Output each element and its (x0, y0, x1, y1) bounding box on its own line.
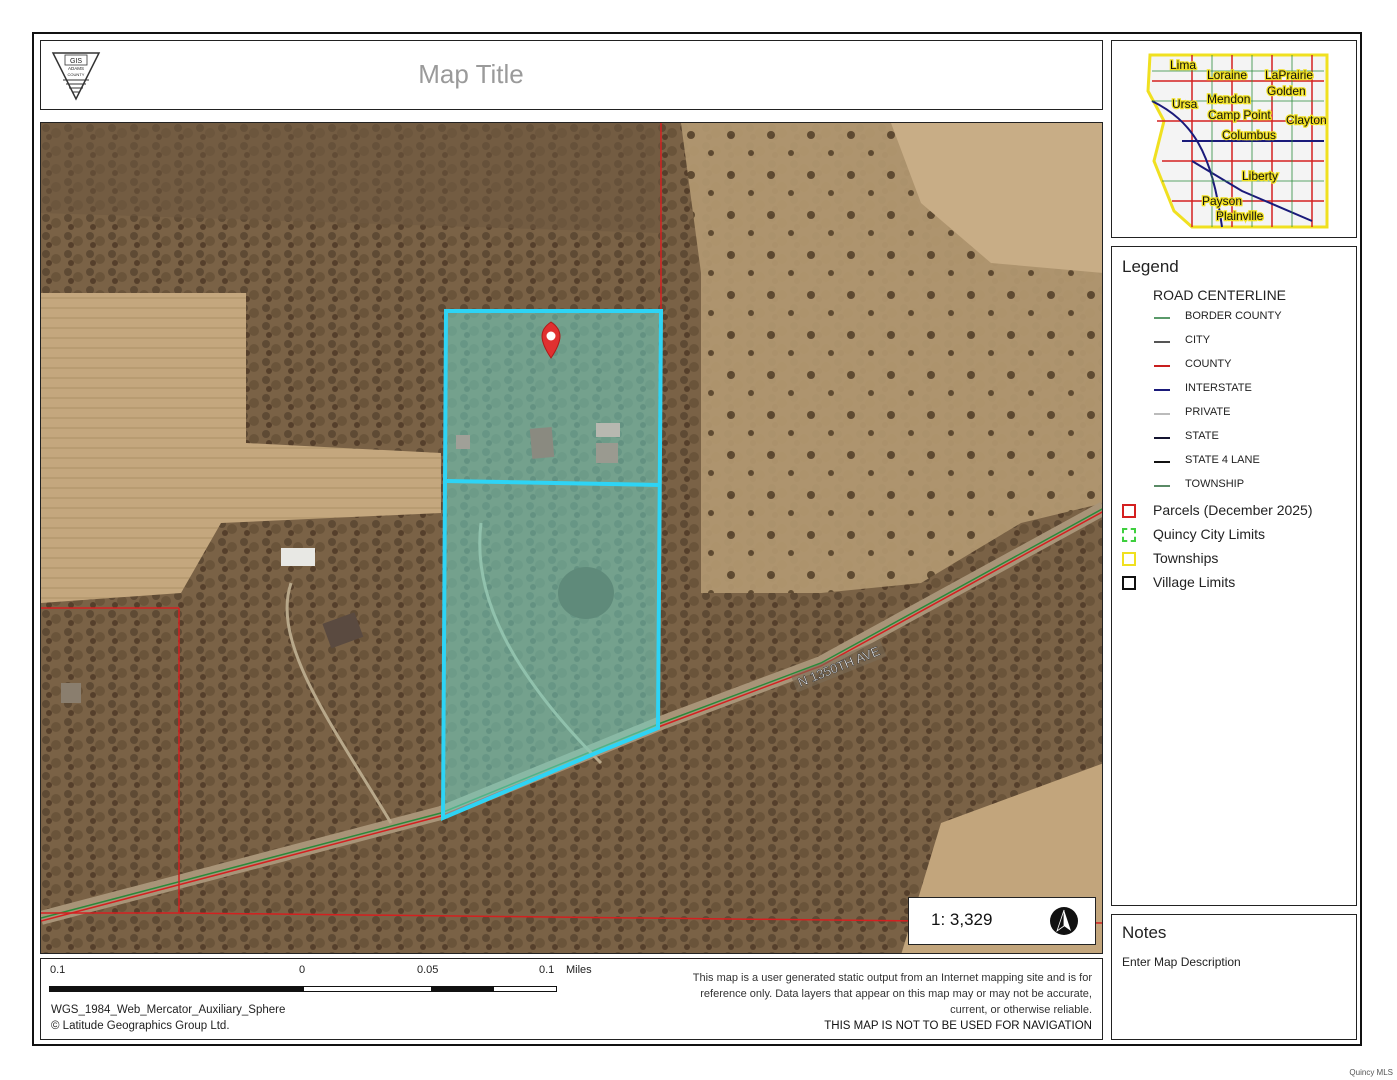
scale-ratio-box: 1: 3,329 (908, 897, 1096, 945)
legend-group-title: ROAD CENTERLINE (1153, 287, 1287, 303)
north-arrow-icon (1049, 906, 1079, 936)
legend-line-symbol (1154, 461, 1170, 463)
legend-road-item: STATE (1112, 427, 1352, 447)
overview-map[interactable]: Lima Loraine LaPrairie Golden Ursa Mendo… (1111, 40, 1357, 238)
legend-road-label: INTERSTATE (1185, 382, 1252, 394)
legend-layer-label: Parcels (December 2025) (1153, 502, 1313, 518)
legend-road-label: BORDER COUNTY (1185, 310, 1282, 322)
aerial-map[interactable]: N 1350TH AVE 1: 3,329 (40, 122, 1103, 954)
projection-info: WGS_1984_Web_Mercator_Auxiliary_Sphere ©… (51, 1002, 285, 1034)
legend-layer-symbol (1122, 528, 1136, 542)
legend-title: Legend (1122, 257, 1179, 276)
scale-label-left: 0.1 (50, 964, 66, 976)
legend-layer-label: Quincy City Limits (1153, 526, 1266, 542)
legend-line-symbol (1154, 413, 1170, 415)
legend-layer-symbol (1122, 504, 1136, 518)
legend-layer-label: Townships (1153, 550, 1219, 566)
legend-road-item: PRIVATE (1112, 403, 1352, 423)
legend-panel: Legend ROAD CENTERLINE BORDER COUNTY CITY… (1111, 246, 1357, 906)
legend-layer-label: Village Limits (1153, 574, 1236, 590)
inset-label-loraine: Loraine (1207, 68, 1247, 82)
inset-label-clayton: Clayton (1286, 113, 1327, 127)
disclaimer: This map is a user generated static outp… (662, 970, 1092, 1034)
legend-line-symbol (1154, 317, 1170, 319)
inset-label-ursa: Ursa (1172, 97, 1198, 111)
legend-road-item: STATE 4 LANE (1112, 451, 1352, 471)
legend-road-item: COUNTY (1112, 355, 1352, 375)
title-panel: GIS ADAMS COUNTY Map Title (40, 40, 1103, 110)
legend-line-symbol (1154, 485, 1170, 487)
legend-road-item: INTERSTATE (1112, 379, 1352, 399)
county-overview: Lima Loraine LaPrairie Golden Ursa Mendo… (1146, 53, 1329, 229)
inset-label-columbus: Columbus (1222, 128, 1276, 142)
scale-ratio: 1: 3,329 (931, 910, 993, 929)
notes-text: Enter Map Description (1122, 955, 1241, 969)
copyright-text: © Latitude Geographics Group Ltd. (51, 1020, 230, 1032)
watermark: Quincy MLS (1349, 1068, 1393, 1077)
scale-label-right: 0.1 (539, 964, 555, 976)
legend-road-label: CITY (1185, 334, 1211, 346)
scale-bar (49, 986, 557, 992)
disclaimer-line: reference only. Data layers that appear … (700, 988, 1092, 1000)
scale-units: Miles (566, 964, 592, 976)
projection-name: WGS_1984_Web_Mercator_Auxiliary_Sphere (51, 1004, 286, 1016)
aerial-imagery: N 1350TH AVE (41, 123, 1102, 953)
legend-line-symbol (1154, 365, 1170, 367)
inset-label-laprairie: LaPrairie (1265, 68, 1313, 82)
legend-road-item: TOWNSHIP (1112, 475, 1352, 495)
legend-line-symbol (1154, 389, 1170, 391)
inset-label-payson: Payson (1202, 194, 1242, 208)
legend-line-symbol (1154, 341, 1170, 343)
legend-road-item: CITY (1112, 331, 1352, 351)
inset-label-camp-point: Camp Point (1208, 108, 1271, 122)
legend-road-item: BORDER COUNTY (1112, 307, 1352, 327)
notes-title: Notes (1122, 923, 1167, 942)
map-title: Map Title (418, 59, 524, 89)
footer-panel: 0.1 0 0.05 0.1 Miles WGS_1984_Web_Mercat… (40, 958, 1103, 1040)
legend-line-symbol (1154, 437, 1170, 439)
legend-layer-symbol (1122, 576, 1136, 590)
legend-road-label: STATE (1185, 430, 1219, 442)
inset-label-lima: Lima (1170, 58, 1196, 72)
inset-label-liberty: Liberty (1242, 169, 1278, 183)
legend-road-label: TOWNSHIP (1185, 478, 1245, 490)
disclaimer-line: This map is a user generated static outp… (692, 972, 1092, 984)
legend-road-label: COUNTY (1185, 358, 1232, 370)
inset-label-plainville: Plainville (1216, 209, 1264, 223)
scale-label-mid: 0.05 (417, 964, 439, 976)
notes-panel: Notes Enter Map Description (1111, 914, 1357, 1040)
legend-road-label: STATE 4 LANE (1185, 454, 1260, 466)
scale-label-zero: 0 (299, 964, 306, 976)
inset-label-mendon: Mendon (1207, 92, 1250, 106)
inset-label-golden: Golden (1267, 84, 1306, 98)
legend-layer-symbol (1122, 552, 1136, 566)
navigation-warning: THIS MAP IS NOT TO BE USED FOR NAVIGATIO… (824, 1020, 1092, 1032)
legend-road-label: PRIVATE (1185, 406, 1231, 418)
disclaimer-line: current, or otherwise reliable. (950, 1004, 1092, 1016)
